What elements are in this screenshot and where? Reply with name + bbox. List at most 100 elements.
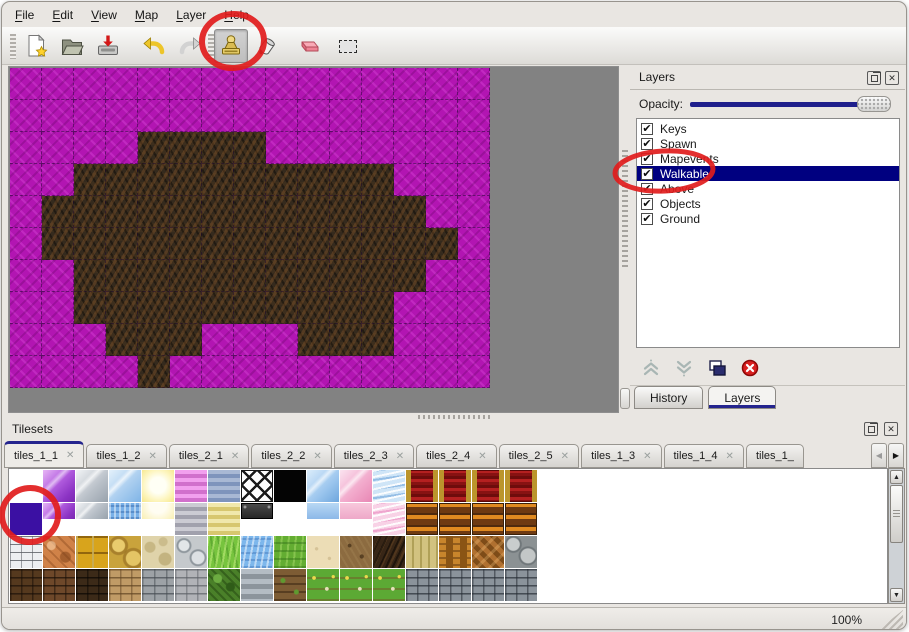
layer-visibility-checkbox[interactable]: ✔	[641, 138, 653, 150]
float-panel-button[interactable]	[867, 71, 881, 85]
menu-edit[interactable]: Edit	[43, 4, 82, 26]
select-tool-button[interactable]	[334, 32, 362, 60]
palette-cell[interactable]	[10, 503, 42, 535]
palette-cell[interactable]	[373, 569, 405, 601]
splitter-grip[interactable]	[418, 415, 490, 419]
layer-visibility-checkbox[interactable]: ✔	[641, 123, 653, 135]
palette-cell[interactable]	[43, 569, 75, 601]
duplicate-layer-button[interactable]	[704, 355, 730, 381]
splitter-grip[interactable]	[622, 150, 628, 270]
palette-cell[interactable]	[208, 470, 240, 502]
opacity-slider[interactable]	[690, 95, 891, 113]
palette-cell[interactable]	[274, 503, 306, 535]
save-button[interactable]	[94, 32, 122, 60]
palette-cell[interactable]	[307, 503, 339, 535]
new-file-button[interactable]	[22, 32, 50, 60]
palette-cell[interactable]	[241, 470, 273, 502]
scroll-up-button[interactable]: ▲	[890, 470, 903, 484]
palette-cell[interactable]	[406, 536, 438, 568]
tab-close-icon[interactable]: ✕	[396, 451, 404, 462]
layer-visibility-checkbox[interactable]: ✔	[641, 198, 653, 210]
fill-tool-button[interactable]	[254, 32, 282, 60]
raise-layer-button[interactable]	[638, 355, 664, 381]
palette-cell[interactable]	[142, 536, 174, 568]
horizontal-splitter[interactable]	[4, 413, 904, 420]
palette-cell[interactable]	[274, 470, 306, 502]
palette-cell[interactable]	[175, 470, 207, 502]
layer-row-ground[interactable]: ✔Ground	[637, 211, 899, 226]
tileset-tab-tiles_1[interactable]: tiles_1_✕	[746, 444, 804, 468]
palette-cell[interactable]	[43, 536, 75, 568]
palette-cell[interactable]	[241, 536, 273, 568]
splitter-handle[interactable]	[620, 388, 630, 409]
layer-row-mapevents[interactable]: ✔Mapevents	[637, 151, 899, 166]
open-file-button[interactable]	[58, 32, 86, 60]
palette-cell[interactable]	[439, 536, 471, 568]
palette-cell[interactable]	[43, 470, 75, 502]
menu-map[interactable]: Map	[126, 4, 167, 26]
tab-close-icon[interactable]: ✕	[478, 451, 486, 462]
palette-cell[interactable]	[307, 536, 339, 568]
palette-cell[interactable]	[505, 536, 537, 568]
palette-cell[interactable]	[472, 470, 504, 502]
map-canvas[interactable]	[10, 68, 491, 389]
palette-cell[interactable]	[340, 470, 372, 502]
tab-close-icon[interactable]: ✕	[231, 451, 239, 462]
toolbar-grip[interactable]	[10, 34, 16, 59]
tileset-tab-tiles_1_1[interactable]: tiles_1_1✕	[4, 441, 84, 468]
palette-cell[interactable]	[76, 536, 108, 568]
palette-cell[interactable]	[406, 569, 438, 601]
layer-visibility-checkbox[interactable]: ✔	[641, 183, 653, 195]
tab-layers[interactable]: Layers	[708, 386, 776, 409]
close-panel-button[interactable]: ✕	[884, 422, 898, 436]
palette-cell[interactable]	[43, 503, 75, 535]
palette-cell[interactable]	[175, 569, 207, 601]
scrollbar-thumb[interactable]	[890, 485, 903, 543]
opacity-slider-handle[interactable]	[857, 96, 891, 112]
palette-cell[interactable]	[274, 569, 306, 601]
redo-button[interactable]	[176, 32, 204, 60]
tab-close-icon[interactable]: ✕	[726, 451, 734, 462]
palette-cell[interactable]	[241, 503, 273, 535]
eraser-tool-button[interactable]	[294, 32, 322, 60]
layer-row-spawn[interactable]: ✔Spawn	[637, 136, 899, 151]
lower-layer-button[interactable]	[671, 355, 697, 381]
scroll-down-button[interactable]: ▼	[890, 588, 903, 602]
tab-close-icon[interactable]: ✕	[643, 451, 651, 462]
tab-close-icon[interactable]: ✕	[66, 450, 74, 461]
menu-help[interactable]: Help	[215, 4, 258, 26]
tab-close-icon[interactable]: ✕	[802, 451, 804, 462]
tab-close-icon[interactable]: ✕	[313, 451, 321, 462]
close-panel-button[interactable]: ✕	[885, 71, 899, 85]
menu-file[interactable]: File	[6, 4, 43, 26]
palette-cell[interactable]	[406, 470, 438, 502]
tab-close-icon[interactable]: ✕	[148, 451, 156, 462]
palette-cell[interactable]	[373, 503, 405, 535]
resize-grip[interactable]	[879, 610, 903, 629]
palette-cell[interactable]	[307, 470, 339, 502]
palette-cell[interactable]	[439, 470, 471, 502]
vertical-splitter[interactable]	[620, 66, 630, 413]
palette-cell[interactable]	[439, 569, 471, 601]
float-panel-button[interactable]	[864, 422, 878, 436]
layer-visibility-checkbox[interactable]: ✔	[641, 213, 653, 225]
layer-row-walkable[interactable]: ✔Walkable	[637, 166, 899, 181]
tileset-tab-tiles_2_2[interactable]: tiles_2_2✕	[251, 444, 331, 468]
palette-cell[interactable]	[175, 536, 207, 568]
palette-cell[interactable]	[208, 536, 240, 568]
palette-cell[interactable]	[76, 470, 108, 502]
layer-visibility-checkbox[interactable]: ✔	[641, 153, 653, 165]
palette-cell[interactable]	[109, 569, 141, 601]
palette-cell[interactable]	[340, 569, 372, 601]
palette-cell[interactable]	[10, 536, 42, 568]
palette-cell[interactable]	[307, 569, 339, 601]
menu-layer[interactable]: Layer	[167, 4, 215, 26]
palette-cell[interactable]	[208, 569, 240, 601]
palette-cell[interactable]	[142, 470, 174, 502]
tileset-tab-tiles_2_3[interactable]: tiles_2_3✕	[334, 444, 414, 468]
palette-cell[interactable]	[109, 470, 141, 502]
palette-cell[interactable]	[439, 503, 471, 535]
palette-cell[interactable]	[505, 503, 537, 535]
scroll-tabs-right-button[interactable]: ▶	[888, 443, 904, 468]
stamp-tool-button[interactable]	[214, 29, 248, 63]
